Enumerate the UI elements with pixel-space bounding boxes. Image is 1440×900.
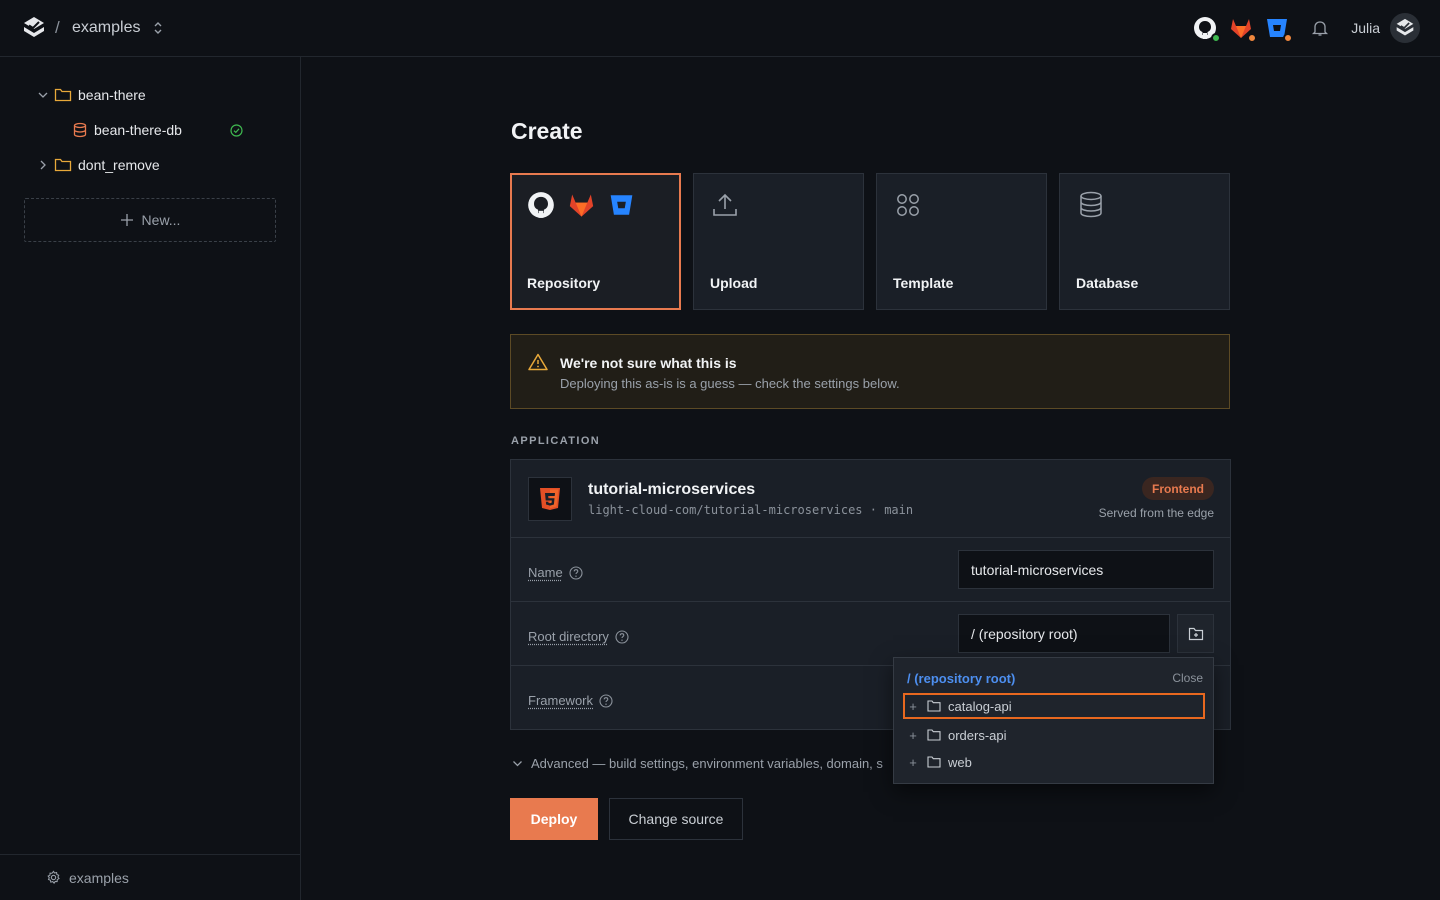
bitbucket-icon xyxy=(610,195,633,215)
bitbucket-icon[interactable] xyxy=(1265,16,1294,43)
root-directory-field-label: Root directory xyxy=(528,629,629,644)
name-label-text: Name xyxy=(528,565,563,580)
directory-item-orders-api[interactable]: + orders-api xyxy=(905,722,1207,748)
source-card-repository[interactable]: Repository xyxy=(510,173,681,310)
folder-icon xyxy=(927,700,941,712)
source-card-database[interactable]: Database xyxy=(1059,173,1230,310)
directory-picker-path[interactable]: / (repository root) xyxy=(907,671,1015,686)
gear-icon xyxy=(47,870,60,884)
framework-badge: Frontend xyxy=(1142,477,1214,500)
user-name[interactable]: Julia xyxy=(1351,20,1380,36)
name-input[interactable]: tutorial-microservices xyxy=(958,550,1214,589)
framework-field-label: Framework xyxy=(528,693,613,708)
framework-label-text: Framework xyxy=(528,693,594,708)
expand-plus-icon[interactable]: + xyxy=(905,755,921,770)
warning-icon xyxy=(528,353,548,371)
upload-icon xyxy=(713,193,737,216)
chevron-right-icon[interactable] xyxy=(36,158,50,172)
tree-item-label: bean-there xyxy=(78,87,146,103)
status-dot xyxy=(1211,33,1222,43)
source-card-label: Repository xyxy=(527,275,601,291)
source-card-label: Upload xyxy=(710,275,758,291)
tree-item-bean-there-db[interactable]: bean-there-db xyxy=(72,118,182,142)
root-label-text: Root directory xyxy=(528,629,609,644)
field-row-name: Name tutorial-microservices xyxy=(511,538,1230,602)
tree-item-bean-there[interactable]: bean-there xyxy=(36,83,146,107)
application-repo[interactable]: light-cloud-com/tutorial-microservices ·… xyxy=(588,503,913,517)
sidebar-footer[interactable]: examples xyxy=(0,854,300,900)
database-icon xyxy=(1080,191,1102,218)
name-field-label: Name xyxy=(528,565,583,580)
folder-plus-icon xyxy=(1188,627,1203,640)
deploy-button[interactable]: Deploy xyxy=(510,798,598,840)
directory-item-catalog-api[interactable]: + catalog-api xyxy=(903,693,1205,719)
project-switcher[interactable]: examples xyxy=(72,19,140,37)
folder-icon xyxy=(54,158,72,172)
top-bar: / examples Julia xyxy=(0,0,1440,57)
source-card-template[interactable]: Template xyxy=(876,173,1047,310)
check-circle-icon xyxy=(230,124,243,137)
status-dot xyxy=(1283,33,1294,43)
application-subtitle: Served from the edge xyxy=(1098,506,1214,520)
source-card-label: Database xyxy=(1076,275,1139,291)
tree-item-label: dont_remove xyxy=(78,157,160,173)
source-card-label: Template xyxy=(893,275,954,291)
avatar[interactable] xyxy=(1390,13,1420,43)
advanced-settings-label: Advanced — build settings, environment v… xyxy=(531,756,883,771)
html5-icon xyxy=(528,477,572,521)
directory-item-label: orders-api xyxy=(948,727,1007,743)
github-icon[interactable] xyxy=(1193,16,1222,43)
new-button[interactable]: New... xyxy=(24,198,276,242)
change-source-button[interactable]: Change source xyxy=(609,798,743,840)
chevron-down-icon xyxy=(513,761,522,767)
application-header: tutorial-microservices light-cloud-com/t… xyxy=(511,460,1230,538)
database-icon xyxy=(73,122,87,138)
source-card-upload[interactable]: Upload xyxy=(693,173,864,310)
tree-item-label: bean-there-db xyxy=(94,122,182,138)
directory-picker-dropdown: / (repository root) Close + catalog-api … xyxy=(893,657,1214,784)
browse-folder-button[interactable] xyxy=(1177,614,1214,653)
warning-title: We're not sure what this is xyxy=(560,355,737,371)
gitlab-icon[interactable] xyxy=(1229,16,1258,43)
directory-item-web[interactable]: + web xyxy=(905,749,1207,775)
bell-icon[interactable] xyxy=(1311,19,1329,37)
workspace-settings-label: examples xyxy=(69,869,129,886)
new-button-label: New... xyxy=(141,212,181,228)
root-directory-input[interactable]: / (repository root) xyxy=(958,614,1170,653)
chevron-up-down-icon[interactable] xyxy=(152,20,164,36)
expand-plus-icon[interactable]: + xyxy=(905,728,921,743)
tree-item-dont-remove[interactable]: dont_remove xyxy=(36,153,160,177)
gitlab-icon xyxy=(569,194,594,217)
page-title: Create xyxy=(511,118,583,144)
warning-text: Deploying this as-is is a guess — check … xyxy=(560,376,900,391)
top-right-actions: Julia xyxy=(1181,13,1420,43)
section-label-application: APPLICATION xyxy=(511,435,601,447)
status-dot xyxy=(1247,33,1258,43)
folder-icon xyxy=(927,729,941,741)
expand-plus-icon[interactable]: + xyxy=(905,699,921,714)
breadcrumb-separator: / xyxy=(55,18,60,37)
folder-icon xyxy=(54,88,72,102)
close-button[interactable]: Close xyxy=(1172,671,1203,685)
sidebar: bean-there bean-there-db dont_remove New… xyxy=(0,57,301,900)
directory-item-label: catalog-api xyxy=(948,698,1012,714)
template-grid-icon xyxy=(897,194,919,216)
warning-banner: We're not sure what this is Deploying th… xyxy=(510,334,1230,409)
help-icon[interactable] xyxy=(599,693,613,708)
help-icon[interactable] xyxy=(615,629,629,644)
chevron-down-icon[interactable] xyxy=(36,88,50,102)
folder-icon xyxy=(927,756,941,768)
help-icon[interactable] xyxy=(569,565,583,580)
plus-icon xyxy=(120,214,133,226)
github-icon xyxy=(528,192,554,218)
application-name: tutorial-microservices xyxy=(588,481,756,498)
app-logo-icon[interactable] xyxy=(22,16,46,40)
directory-item-label: web xyxy=(948,754,972,770)
advanced-settings-toggle[interactable]: Advanced — build settings, environment v… xyxy=(511,756,891,771)
